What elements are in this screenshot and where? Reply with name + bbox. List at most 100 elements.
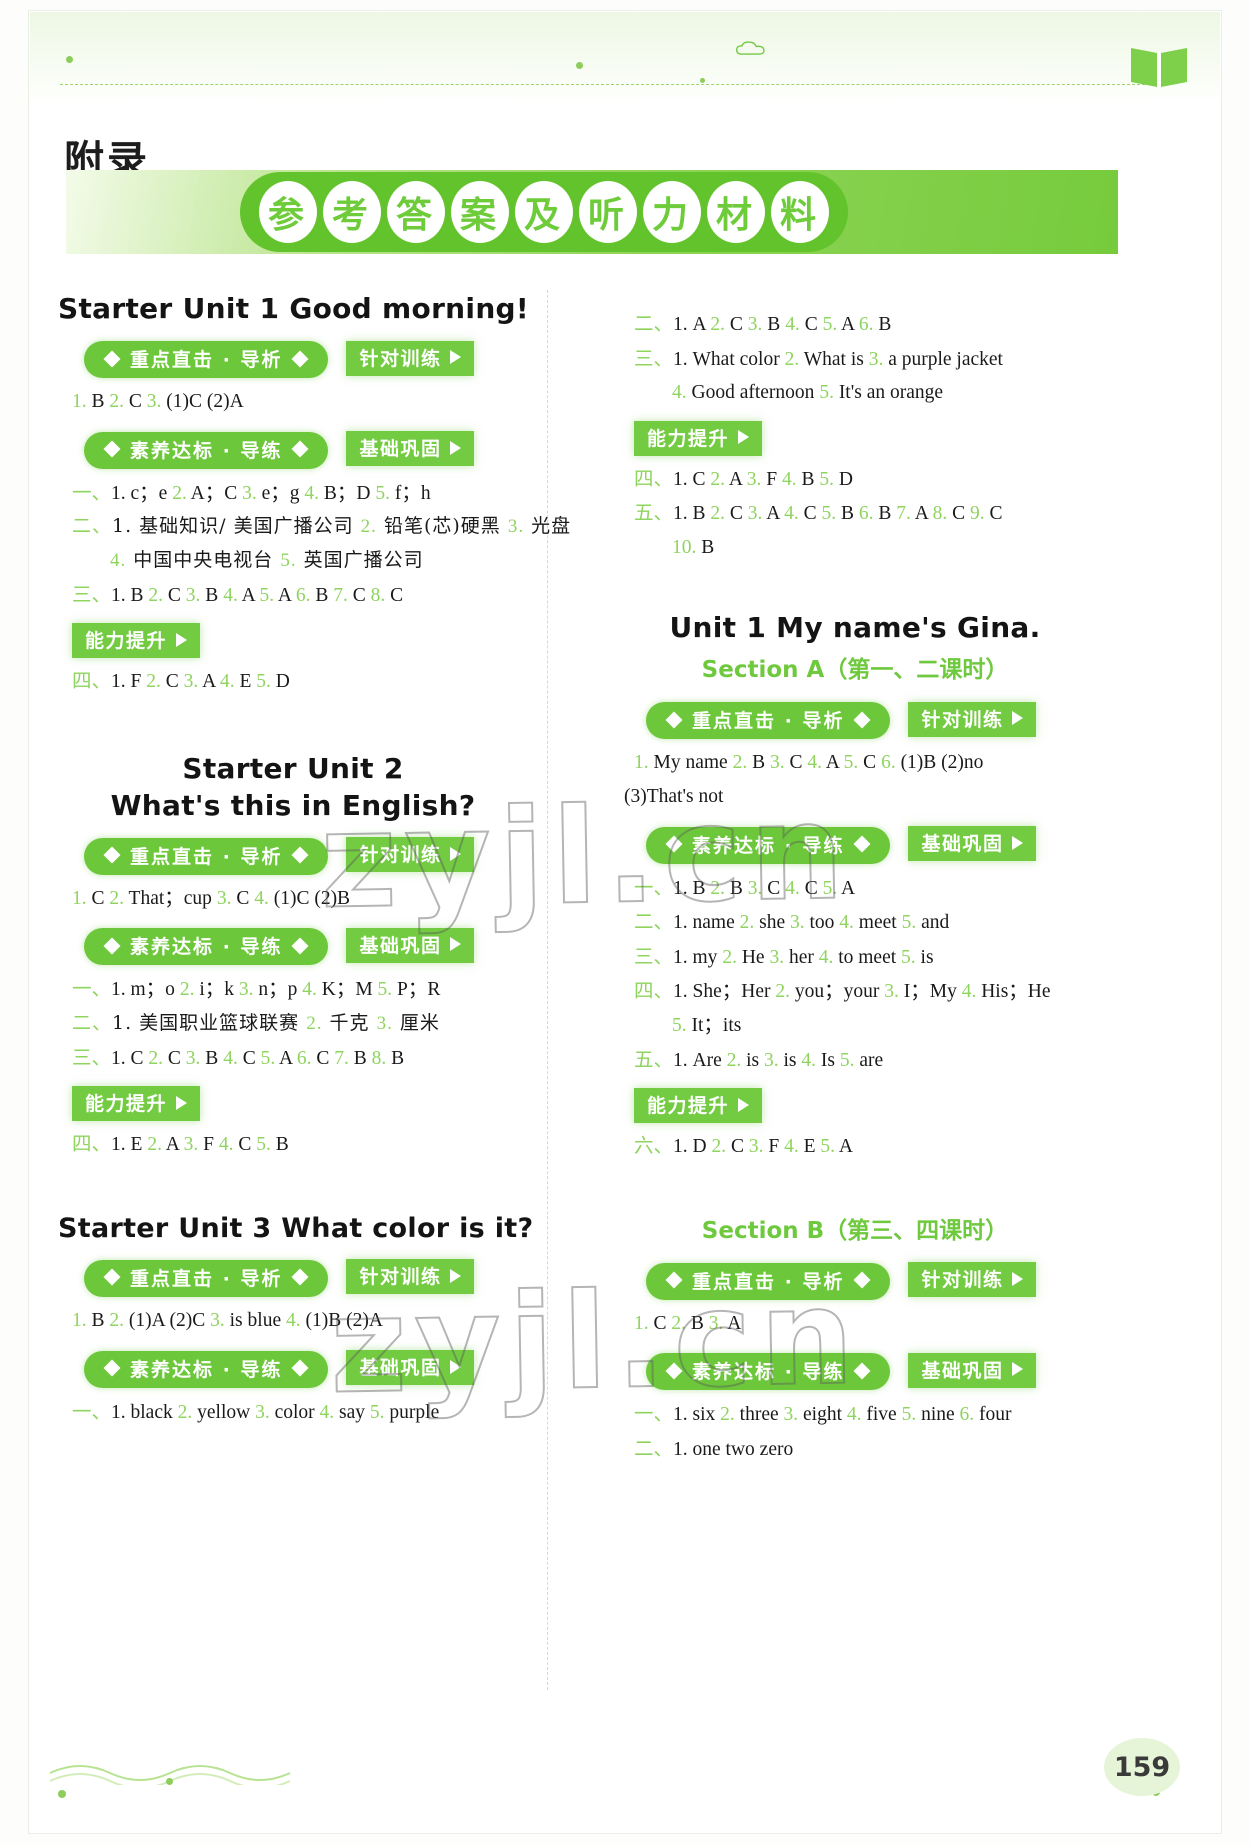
decor-dot-icon [576, 62, 583, 69]
answer-line: 1. B 2. C 3. (1)C (2)A [72, 391, 244, 412]
answer-line: 二、1. name 2. she 3. too 4. meet 5. and [634, 910, 950, 934]
footer-wave-decoration [50, 1765, 291, 1785]
answer-line: 二、1. 美国职业篮球联赛 2. 千克 3. 厘米 [72, 1012, 440, 1034]
answer-line: 一、1. six 2. three 3. eight 4. five 5. ni… [634, 1402, 1012, 1426]
triangle-right-icon [1012, 711, 1024, 726]
chip-label: 重点直击 · 导析 [692, 1270, 845, 1293]
chip-label: 基础巩固 [359, 438, 442, 461]
triangle-right-icon [738, 1097, 750, 1112]
banner-char: 案 [451, 181, 509, 243]
left-column: Starter Unit 1 Good morning! 重点直击 · 导析 针… [58, 282, 572, 1430]
answer-line: 三、1. my 2. He 3. her 4. to meet 5. is [634, 944, 934, 968]
diamond-icon [291, 937, 309, 955]
answer-line: 二、1. one two zero [634, 1436, 794, 1460]
answer-line: 五、1. Are 2. is 3. is 4. Is 5. are [634, 1047, 884, 1071]
answer-line: 四、1. C 2. A 3. F 4. B 5. D [634, 466, 853, 490]
diamond-icon [291, 440, 309, 458]
answer-line: 一、1. c；e 2. A；C 3. e；g 4. B；D 5. f；h [72, 480, 431, 504]
diamond-icon [291, 1268, 309, 1286]
triangle-right-icon [1012, 835, 1024, 850]
chip-label: 素养达标 · 导练 [692, 834, 845, 857]
chip-label: 针对训练 [921, 1269, 1004, 1292]
diamond-icon [665, 711, 683, 729]
chip-literacy-standard: 素养达标 · 导练 [84, 928, 329, 966]
triangle-right-icon [1012, 1362, 1024, 1377]
diamond-icon [103, 440, 121, 458]
starter-unit-1-title: Starter Unit 1 Good morning! [58, 292, 529, 325]
answer-line: 二、1. A 2. C 3. B 4. C 5. A 6. B [634, 312, 892, 335]
chip-key-analysis: 重点直击 · 导析 [84, 837, 329, 875]
chip-label: 针对训练 [359, 347, 442, 370]
chip-literacy-standard: 素养达标 · 导练 [84, 431, 329, 469]
diamond-icon [853, 1271, 871, 1289]
triangle-right-icon [1012, 1271, 1024, 1286]
answer-key-page: 附录 参 考 答 案 及 听 力 材 料 Starter Unit 1 Good… [0, 0, 1250, 1844]
section-a-title: Section A（第一、二课时） [701, 657, 1009, 684]
answer-line: 1. C 2. That；cup 3. C 4. (1)C (2)B [72, 887, 351, 909]
banner-char: 参 [259, 181, 317, 243]
diamond-icon [291, 846, 309, 864]
answer-line: 4. Good afternoon 5. It's an orange [672, 382, 944, 404]
chip-ability-improvement: 能力提升 [634, 1088, 763, 1124]
footer-dot-icon [58, 1790, 66, 1798]
diamond-icon [665, 1271, 683, 1289]
content-columns: Starter Unit 1 Good morning! 重点直击 · 导析 针… [0, 282, 1250, 1722]
banner-char: 答 [387, 181, 445, 243]
chip-key-analysis: 重点直击 · 导析 [84, 1259, 329, 1297]
diamond-icon [853, 1362, 871, 1380]
chip-basic-consolidation: 基础巩固 [346, 927, 475, 963]
page-number: 159 [1104, 1738, 1180, 1796]
answer-line: 10. B [672, 536, 715, 558]
answer-line: 1. C 2. B 3. A [634, 1312, 742, 1334]
answer-line: 4. 中国中央电视台 5. 英国广播公司 [110, 548, 424, 571]
triangle-right-icon [450, 846, 462, 861]
chip-targeted-practice: 针对训练 [908, 1262, 1037, 1298]
answer-line: 1. My name 2. B 3. C 4. A 5. C 6. (1)B (… [634, 752, 984, 774]
banner-title: 参 考 答 案 及 听 力 材 料 [259, 181, 829, 243]
chip-basic-consolidation: 基础巩固 [908, 1352, 1037, 1388]
chip-key-analysis: 重点直击 · 导析 [84, 341, 329, 378]
chip-label: 素养达标 · 导练 [130, 439, 283, 462]
answer-line: 三、1. What color 2. What is 3. a purple j… [634, 346, 1003, 370]
chip-label: 能力提升 [85, 1093, 168, 1116]
section-b-title: Section B（第三、四课时） [701, 1217, 1009, 1244]
diamond-icon [291, 350, 309, 367]
column-divider [547, 290, 548, 1690]
diamond-icon [291, 1359, 309, 1377]
starter-unit-3-title: Starter Unit 3 What color is it? [58, 1212, 534, 1244]
chip-targeted-practice: 针对训练 [908, 701, 1037, 737]
unit-1-title: Unit 1 My name's Gina. [669, 611, 1041, 645]
chip-label: 针对训练 [921, 708, 1004, 731]
answer-line: 三、1. B 2. C 3. B 4. A 5. A 6. B 7. C 8. … [72, 582, 404, 606]
triangle-right-icon [450, 937, 462, 952]
chip-label: 重点直击 · 导析 [130, 1267, 283, 1290]
chip-label: 基础巩固 [359, 1357, 442, 1379]
banner-pill: 参 考 答 案 及 听 力 材 料 [240, 172, 848, 252]
diamond-icon [853, 835, 871, 853]
answer-line: 三、1. C 2. C 3. B 4. C 5. A 6. C 7. B 8. … [72, 1045, 405, 1069]
chip-targeted-practice: 针对训练 [346, 837, 475, 873]
chip-label: 能力提升 [647, 1095, 730, 1118]
chip-targeted-practice: 针对训练 [346, 1259, 475, 1295]
triangle-right-icon [450, 350, 462, 364]
chip-literacy-standard: 素养达标 · 导练 [646, 826, 891, 864]
answer-line: 二、1. 基础知识/ 美国广播公司 2. 铅笔(芯)硬黑 3. 光盘 [72, 515, 572, 538]
diamond-icon [103, 1268, 121, 1286]
chip-label: 针对训练 [359, 844, 442, 867]
answer-line: 四、1. She；Her 2. you；your 3. I；My 4. His；… [634, 979, 1051, 1003]
banner-char: 料 [771, 181, 829, 243]
answer-line: 一、1. B 2. B 3. C 4. C 5. A [634, 875, 856, 899]
chip-label: 能力提升 [647, 427, 730, 450]
decor-dot-icon [700, 78, 705, 83]
book-icon [1131, 48, 1187, 87]
chip-ability-improvement: 能力提升 [634, 420, 763, 456]
chip-literacy-standard: 素养达标 · 导练 [84, 1350, 329, 1388]
chip-label: 基础巩固 [921, 1359, 1004, 1382]
banner-char: 考 [323, 181, 381, 243]
diamond-icon [103, 1359, 121, 1377]
triangle-right-icon [450, 1268, 462, 1283]
header-dashed-rule [60, 84, 1160, 85]
answer-line: 五、1. B 2. C 3. A 4. C 5. B 6. B 7. A 8. … [634, 501, 1003, 525]
diamond-icon [103, 350, 121, 367]
chip-targeted-practice: 针对训练 [346, 340, 475, 376]
